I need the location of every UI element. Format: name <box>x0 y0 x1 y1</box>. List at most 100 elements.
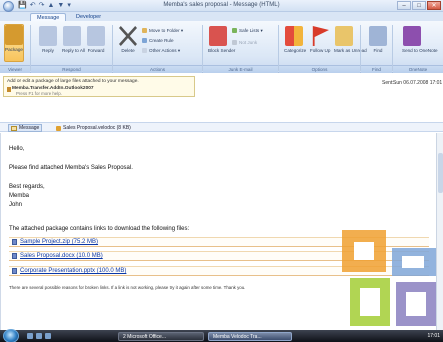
title-bar: 💾 ↶ ↷ ▲ ▼ ▾ Memba's sales proposal - Mes… <box>0 0 443 12</box>
forward-label: Forward <box>87 48 105 53</box>
delete-label: Delete <box>121 48 135 53</box>
mark-unread-label: Mark as Unread <box>334 48 367 53</box>
attachment-bar: Message Sales Proposal.velodoc (8 KB) <box>0 122 443 132</box>
taskbar-item-velodoc[interactable]: Memba Velodoc Tra... <box>208 332 292 341</box>
download-link[interactable]: Corporate Presentation.pptx (100.0 MB) <box>12 268 126 274</box>
close-button[interactable]: ✕ <box>427 1 441 10</box>
download-link[interactable]: Sales Proposal.docx (10.0 MB) <box>12 253 103 259</box>
tooltip-description: Add or edit a package of large files att… <box>7 79 139 84</box>
reply-all-button[interactable]: Reply to All <box>62 26 85 53</box>
sent-value: Sun 06.07.2008 17:01 <box>393 80 443 86</box>
reply-all-label: Reply to All <box>62 48 85 53</box>
taskbar-item-office[interactable]: 2 Microsoft Office... <box>118 332 204 341</box>
scrollbar-thumb[interactable] <box>438 153 443 193</box>
download-link[interactable]: Sample Project.zip (75.2 MB) <box>12 239 98 245</box>
sent-label: Sent: <box>382 80 394 86</box>
follow-up-label: Follow Up <box>310 48 331 53</box>
mail-icon[interactable] <box>45 333 51 339</box>
move-to-folder-label: Move to Folder ▾ <box>149 28 184 33</box>
not-junk-icon <box>232 40 237 45</box>
block-sender-label: Block Sender <box>208 48 236 53</box>
brand-logo <box>342 230 436 326</box>
forward-icon <box>87 26 105 46</box>
categorize-label: Categorize <box>284 48 307 53</box>
reply-label: Reply <box>42 48 54 53</box>
package-icon <box>56 125 61 131</box>
other-actions-label: Other Actions ▾ <box>149 48 181 53</box>
group-label-junk: Junk E-mail <box>203 65 278 73</box>
group-label-viewer: Viewer <box>0 65 30 73</box>
ribbon: Package Reply Reply to All Forward Delet… <box>0 21 443 73</box>
attachment-message[interactable]: Message <box>8 124 43 132</box>
addin-tooltip: Add or edit a package of large files att… <box>3 76 195 97</box>
signature-name: John <box>9 202 23 208</box>
download-link-label: Corporate Presentation.pptx (100.0 MB) <box>20 268 127 274</box>
package-icon <box>5 25 23 45</box>
not-junk-button[interactable]: Not Junk <box>232 40 257 45</box>
package-button[interactable]: Package <box>4 24 24 62</box>
attachment-message-label: Message <box>19 125 40 131</box>
envelope-icon <box>11 125 17 131</box>
maximize-button[interactable]: □ <box>412 1 426 10</box>
body-line: Please find attached Memba's Sales Propo… <box>9 165 133 171</box>
minimize-button[interactable]: – <box>397 1 411 10</box>
move-to-folder-button[interactable]: Move to Folder ▾ <box>142 28 183 33</box>
tab-developer[interactable]: Developer <box>70 13 107 21</box>
quick-launch <box>27 333 51 339</box>
reply-all-icon <box>63 26 81 46</box>
reply-button[interactable]: Reply <box>38 26 58 53</box>
categorize-button[interactable]: Categorize <box>284 26 307 53</box>
file-icon <box>12 253 17 259</box>
links-intro: The attached package contains links to d… <box>9 226 190 232</box>
forward-button[interactable]: Forward <box>86 26 106 53</box>
file-icon <box>12 268 17 274</box>
attachment-package[interactable]: Sales Proposal.velodoc (8 KB) <box>56 125 131 131</box>
delete-icon <box>119 26 137 46</box>
closing: Best regards, <box>9 184 45 190</box>
find-button[interactable]: Find <box>368 26 388 53</box>
delete-button[interactable]: Delete <box>118 26 138 53</box>
browser-icon[interactable] <box>36 333 42 339</box>
package-label: Package <box>5 47 23 52</box>
attachment-package-label: Sales Proposal.velodoc (8 KB) <box>63 125 131 131</box>
find-icon <box>369 26 387 46</box>
file-icon <box>12 239 17 245</box>
block-sender-button[interactable]: Block Sender <box>208 26 236 53</box>
block-sender-icon <box>209 26 227 46</box>
send-to-onenote-button[interactable]: Send to OneNote <box>402 26 438 53</box>
tooltip-help: Press F1 for more help. <box>16 91 62 96</box>
tray-clock: 17:01 <box>427 333 440 339</box>
package-icon <box>7 87 11 92</box>
group-label-actions: Actions <box>113 65 202 73</box>
reply-icon <box>39 26 57 46</box>
download-link-label: Sales Proposal.docx (10.0 MB) <box>20 253 103 259</box>
create-rule-label: Create Rule <box>149 38 174 43</box>
tab-message[interactable]: Message <box>30 13 67 21</box>
safe-lists-icon <box>232 28 237 33</box>
follow-up-button[interactable]: Follow Up <box>310 26 330 53</box>
greeting: Hello, <box>9 146 25 152</box>
download-link-label: Sample Project.zip (75.2 MB) <box>20 239 99 245</box>
group-label-respond: Respond <box>31 65 112 73</box>
show-desktop-icon[interactable] <box>27 333 33 339</box>
window-title: Memba's sales proposal - Message (HTML) <box>163 2 280 8</box>
footnote: There are several possible reasons for b… <box>9 285 246 290</box>
create-rule-button[interactable]: Create Rule <box>142 38 174 43</box>
window-controls: – □ ✕ <box>397 1 441 10</box>
categorize-icon <box>285 26 303 46</box>
folder-icon <box>142 28 147 33</box>
rule-icon <box>142 38 147 43</box>
ribbon-tabs: Message Developer <box>0 12 443 21</box>
other-actions-icon <box>142 48 147 53</box>
mark-unread-button[interactable]: Mark as Unread <box>334 26 367 53</box>
onenote-icon <box>403 26 421 46</box>
safe-lists-button[interactable]: Safe Lists ▾ <box>232 28 263 33</box>
safe-lists-label: Safe Lists ▾ <box>239 28 263 33</box>
company-name: Memba <box>9 193 30 199</box>
group-label-options: Options <box>279 65 360 73</box>
other-actions-button[interactable]: Other Actions ▾ <box>142 48 180 53</box>
find-label: Find <box>373 48 383 53</box>
flag-icon <box>312 26 329 46</box>
start-button[interactable] <box>3 329 19 342</box>
mark-unread-icon <box>335 26 353 46</box>
